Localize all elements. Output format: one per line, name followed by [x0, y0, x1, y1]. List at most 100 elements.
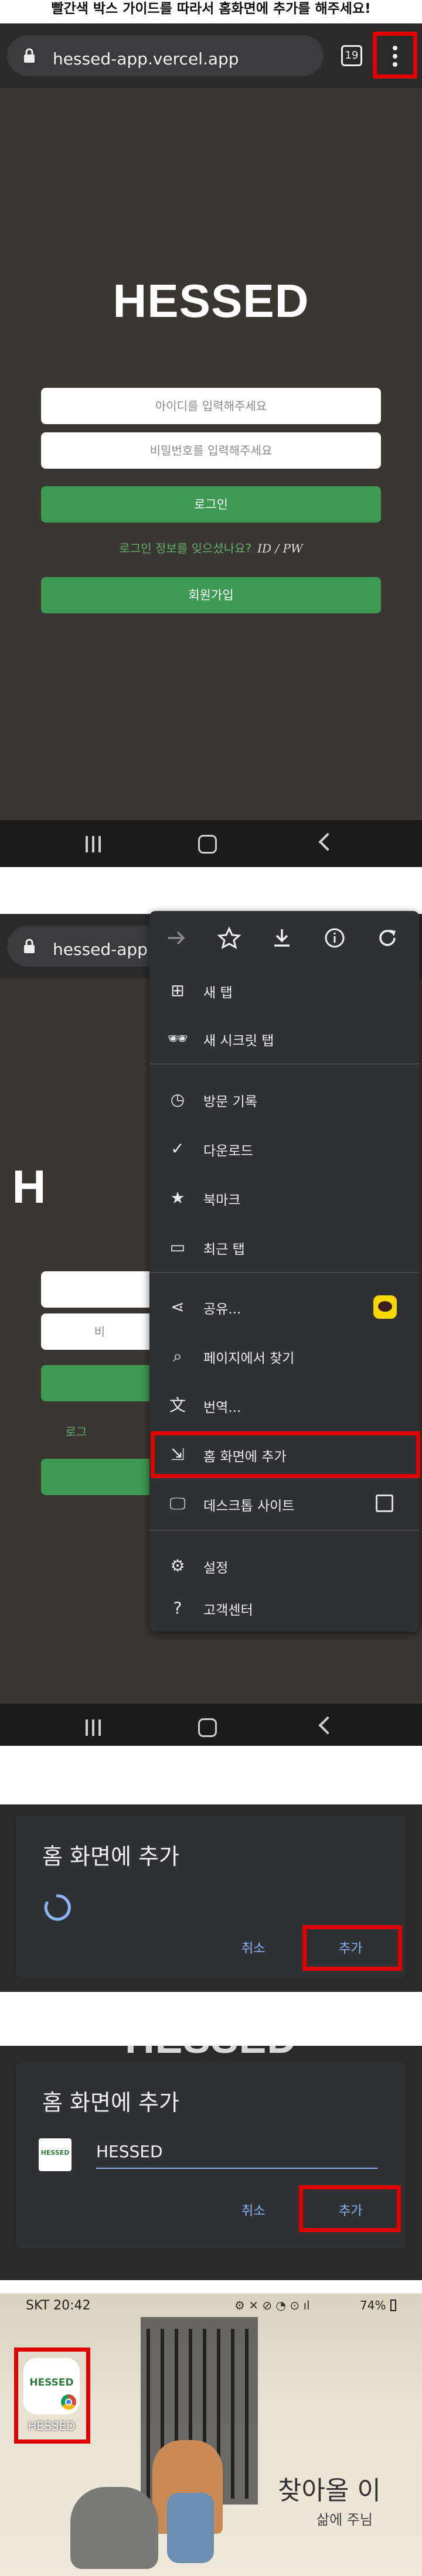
menu-item-desktop-site[interactable]: 🖵 데스크톱 사이트 [149, 1485, 419, 1520]
password-input-partial[interactable]: 비 [41, 1313, 158, 1350]
status-bar: SKT 20:42 ⚙ ✕ ⊘ ◔ ⊙ ıl 74% [0, 2294, 422, 2317]
signup-button[interactable]: 회원가입 [41, 577, 381, 613]
menu-item-help[interactable]: ? 고객센터 [149, 1589, 419, 1625]
dialog-title: 홈 화면에 추가 [42, 1844, 179, 1869]
signup-button-partial[interactable] [41, 1459, 158, 1495]
wallpaper-text-1: 찾아올 이 [278, 2476, 381, 2506]
forgot-text: 로그인 정보를 잊으셨나요? [119, 541, 252, 555]
recents-icon[interactable] [86, 1719, 102, 1736]
menu-item-label: 설정 [203, 1561, 229, 1576]
login-button-partial[interactable] [41, 1365, 158, 1401]
menu-item-recent-tabs[interactable]: ▭ 최근 탭 [149, 1229, 419, 1264]
carrier-time: SKT 20:42 [26, 2298, 91, 2313]
home-icon[interactable] [198, 835, 217, 854]
menu-item-label: 고객센터 [203, 1603, 253, 1618]
password-input[interactable]: 비밀번호를 입력해주세요 [41, 432, 381, 469]
highlight-box-add [299, 2185, 401, 2232]
loading-spinner-icon [44, 1894, 71, 1921]
menu-item-label: 새 탭 [203, 985, 233, 1001]
desktop-site-checkbox[interactable] [376, 1495, 393, 1512]
help-icon: ? [173, 1598, 182, 1618]
id-input[interactable]: 아이디를 입력해주세요 [41, 388, 381, 424]
kakaotalk-icon [373, 1295, 397, 1319]
menu-item-label: 페이지에서 찾기 [203, 1351, 295, 1366]
back-icon[interactable] [318, 832, 337, 851]
menu-item-label: 번역... [203, 1400, 241, 1415]
battery-icon [390, 2299, 396, 2311]
highlight-box-menu [373, 32, 417, 79]
menu-item-label: 최근 탭 [203, 1242, 245, 1257]
app-name-value: HESSED [96, 2142, 163, 2161]
cancel-button[interactable]: 취소 [241, 2200, 265, 2219]
devices-icon: ▭ [169, 1237, 186, 1257]
forgot-credentials: 로그인 정보를 잊으셨나요? ID / PW [0, 539, 422, 556]
login-button[interactable]: 로그인 [41, 486, 381, 523]
screenshot-dialog-loading: 홈 화면에 추가 취소 추가 [0, 1804, 422, 1992]
menu-item-share[interactable]: ⋖ 공유... [149, 1288, 419, 1323]
forward-icon[interactable] [165, 926, 188, 950]
menu-item-label: 방문 기록 [203, 1094, 257, 1110]
menu-item-label: 다운로드 [203, 1144, 253, 1159]
android-nav-bar [0, 820, 422, 867]
page-info-icon[interactable] [323, 926, 346, 950]
menu-divider [149, 1063, 419, 1064]
home-icon[interactable] [198, 1718, 217, 1737]
menu-item-incognito-tab[interactable]: 🕶 새 시크릿 탭 [149, 1020, 419, 1055]
menu-item-label: 데스크톱 사이트 [203, 1499, 295, 1514]
menu-divider [149, 1272, 419, 1273]
forgot-link[interactable]: ID / PW [257, 541, 302, 555]
menu-action-row [149, 911, 419, 967]
highlight-box-home-icon [14, 2348, 90, 2444]
menu-item-find-in-page[interactable]: ⌕ 페이지에서 찾기 [149, 1338, 419, 1373]
chrome-overflow-menu: ⊞ 새 탭 🕶 새 시크릿 탭 ◷ 방문 기록 ✓ 다운로드 ★ 북마크 ▭ 최… [149, 911, 420, 1632]
gear-icon: ⚙ [170, 1556, 185, 1575]
app-icon: HESSED [39, 2138, 72, 2171]
reload-icon[interactable] [376, 926, 399, 950]
recents-icon[interactable] [86, 836, 102, 852]
status-icons: ⚙ ✕ ⊘ ◔ ⊙ ıl [234, 2298, 310, 2312]
menu-item-bookmarks[interactable]: ★ 북마크 [149, 1179, 419, 1214]
wallpaper-rock [70, 2487, 158, 2569]
star-icon: ★ [170, 1188, 185, 1207]
address-field[interactable]: hessed-app.vercel.app [7, 35, 324, 76]
instruction-title: 빨간색 박스 가이드를 따라서 홈화면에 추가를 해주세요! [51, 1, 371, 16]
android-nav-bar [0, 1704, 422, 1746]
download-check-icon: ✓ [171, 1139, 185, 1158]
incognito-icon: 🕶 [167, 1029, 188, 1048]
download-icon[interactable] [270, 926, 294, 950]
highlight-box-add [302, 1925, 402, 1971]
dialog-title: 홈 화면에 추가 [42, 2090, 179, 2116]
screenshot-home-screen: 찾아올 이 삶에 주님 SKT 20:42 ⚙ ✕ ⊘ ◔ ⊙ ıl 74% H… [0, 2294, 422, 2576]
screenshot-login: hessed-app.vercel.app 19 HESSED 아이디를 입력해… [0, 23, 422, 867]
forgot-partial: 로그 [65, 1425, 87, 1439]
share-icon: ⋖ [171, 1297, 185, 1316]
id-input-partial[interactable] [41, 1271, 158, 1308]
app-icon-text: HESSED [40, 2149, 70, 2157]
battery-level: 74% [360, 2298, 386, 2312]
find-in-page-icon: ⌕ [173, 1346, 182, 1366]
lock-icon [24, 939, 35, 953]
bookmark-star-icon[interactable] [217, 926, 241, 950]
menu-item-translate[interactable]: 文 번역... [149, 1387, 419, 1422]
screenshot-dialog-ready: HESSED 홈 화면에 추가 HESSED HESSED 취소 추가 [0, 2046, 422, 2280]
url-bar: hessed-app.vercel.app 19 [0, 23, 422, 88]
history-icon: ◷ [170, 1090, 185, 1109]
menu-item-label: 새 시크릿 탭 [203, 1033, 274, 1049]
app-name-input[interactable]: HESSED [96, 2134, 377, 2169]
app-logo-partial: H [12, 1161, 47, 1213]
desktop-icon: 🖵 [169, 1494, 186, 1513]
tab-switcher-button[interactable]: 19 [341, 45, 362, 66]
menu-divider [149, 1530, 419, 1531]
menu-item-settings[interactable]: ⚙ 설정 [149, 1547, 419, 1582]
cancel-button[interactable]: 취소 [241, 1938, 265, 1957]
menu-item-downloads[interactable]: ✓ 다운로드 [149, 1130, 419, 1165]
wallpaper-figure-body [167, 2493, 214, 2563]
back-icon[interactable] [318, 1716, 337, 1735]
lock-icon [24, 48, 35, 63]
menu-item-history[interactable]: ◷ 방문 기록 [149, 1081, 419, 1116]
menu-item-new-tab[interactable]: ⊞ 새 탭 [149, 972, 419, 1007]
add-to-home-dialog: 홈 화면에 추가 HESSED HESSED 취소 추가 [16, 2062, 406, 2249]
add-to-home-dialog: 홈 화면에 추가 취소 추가 [16, 1816, 406, 1978]
background-logo-partial: HESSED [0, 2046, 422, 2062]
menu-item-label: 북마크 [203, 1193, 241, 1208]
